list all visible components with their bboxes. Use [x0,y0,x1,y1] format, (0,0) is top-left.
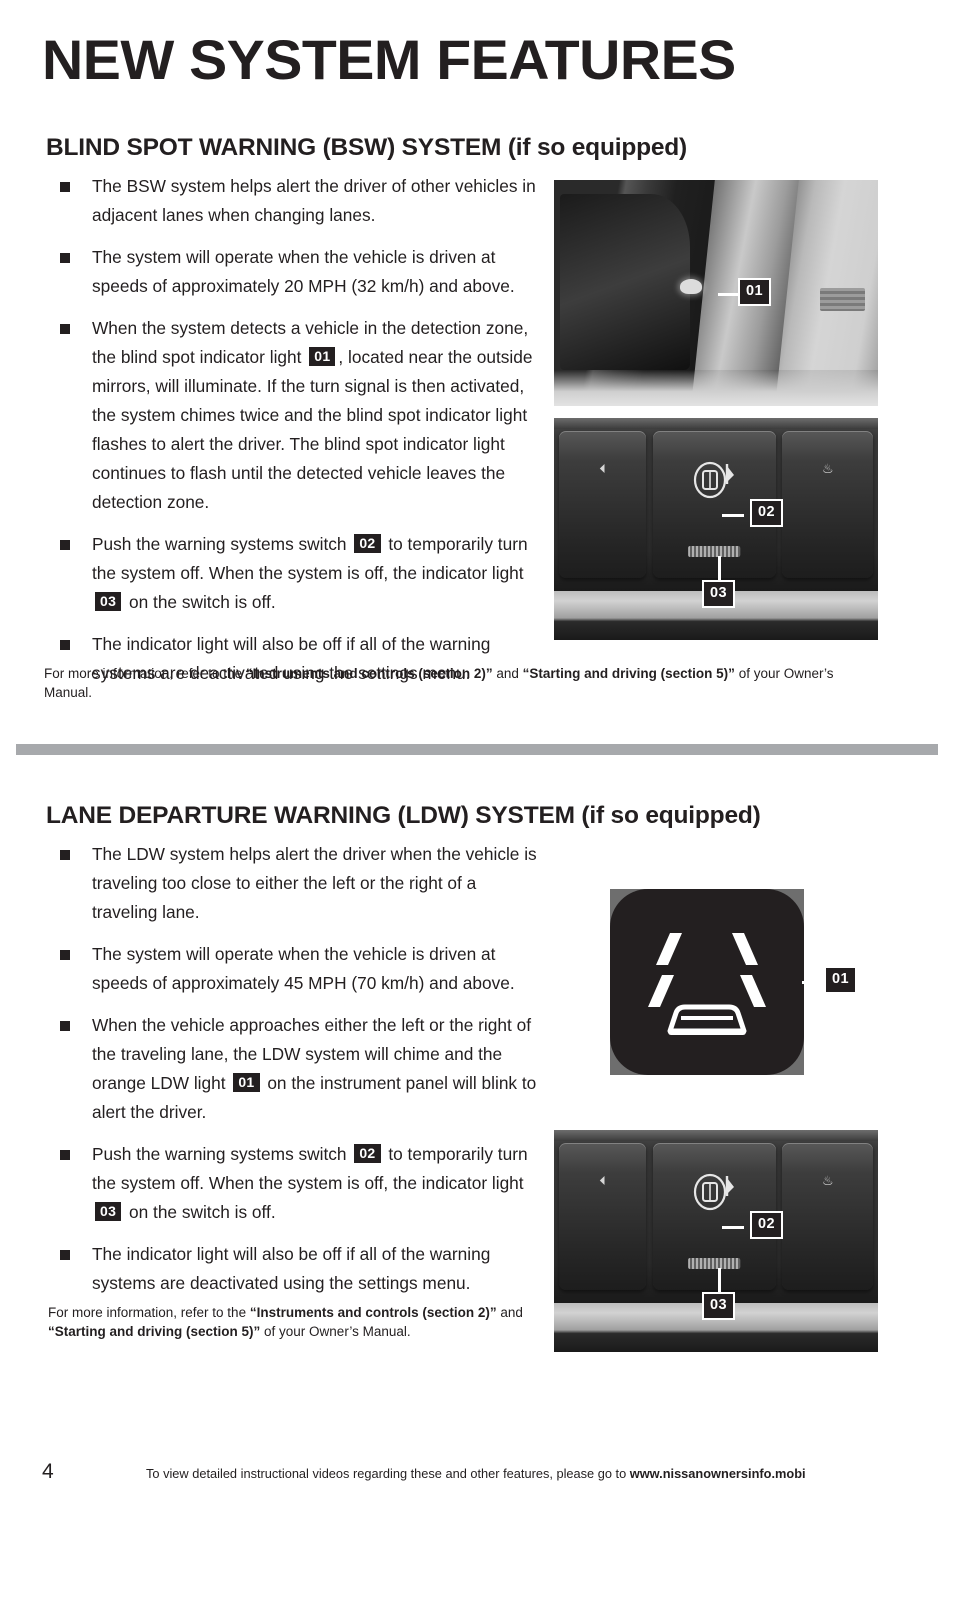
callout-leader-ldw-01 [802,981,824,984]
callout-leader-ldw-02 [722,1226,744,1229]
mirror-indicator-photo [554,180,878,406]
callout-ldw-01: 01 [824,966,857,994]
footer-note: To view detailed instructional videos re… [146,1466,806,1481]
switch-trim-top [554,1130,878,1142]
section-heading-ldw-sub: (if so equipped) [581,802,761,829]
footnote-reference: “Starting and driving (section 5)” [522,666,735,681]
footnote-reference: “Instruments and controls (section 2)” [245,666,493,681]
section-heading-ldw: LANE DEPARTURE WARNING (LDW) SYSTEM (if … [46,802,761,830]
footer-note-url: www.nissanownersinfo.mobi [629,1466,806,1481]
inline-chip-03: 03 [95,1202,122,1221]
section-heading-bsw-main: BLIND SPOT WARNING (BSW) SYSTEM [46,134,508,161]
ldw-bullet-list: The LDW system helps alert the driver wh… [56,840,538,1311]
warning-systems-switch-icon [694,462,735,499]
section-heading-ldw-main: LANE DEPARTURE WARNING (LDW) SYSTEM [46,802,582,829]
callout-leader-ldw-03 [718,1268,721,1294]
inline-chip-01: 01 [309,347,336,366]
mirror-glass [560,193,691,370]
list-item: The LDW system helps alert the driver wh… [56,840,538,927]
list-item: Push the warning systems switch 02 to te… [56,1140,538,1227]
bullet-square-icon [60,1150,70,1160]
callout-ldw-02: 02 [750,1211,783,1239]
ldw-footnote: For more information, refer to the “Inst… [48,1305,523,1339]
list-item: Push the warning systems switch 02 to te… [56,530,536,617]
door-trim-lower [554,369,878,406]
callout-bsw-02: 02 [750,499,783,527]
fuel-door-icon: ⏴ [599,460,606,476]
page-number: 4 [42,1460,54,1483]
list-item: The BSW system helps alert the driver of… [56,172,536,230]
list-item: When the system detects a vehicle in the… [56,314,536,517]
section-heading-bsw: BLIND SPOT WARNING (BSW) SYSTEM (if so e… [46,134,687,162]
bullet-square-icon [60,950,70,960]
page-title: NEW SYSTEM FEATURES [42,28,736,91]
inline-chip-01: 01 [233,1073,260,1092]
bullet-square-icon [60,1250,70,1260]
switch-key-left: ⏴ [558,1143,647,1290]
callout-leader-bsw-02 [722,514,744,517]
blind-spot-indicator-light [680,279,703,295]
callout-ldw-03: 03 [702,1292,735,1320]
section-divider [16,744,938,755]
heated-seat-icon: ♨ [821,460,834,476]
footnote-reference: “Instruments and controls (section 2)” [249,1305,497,1320]
section-heading-bsw-sub: (if so equipped) [507,134,688,161]
warning-systems-switch-icon [694,1174,735,1211]
heated-seat-icon: ♨ [821,1172,834,1188]
bullet-square-icon [60,324,70,334]
bullet-square-icon [60,540,70,550]
ldw-indicator-icon-panel [610,889,804,1075]
manual-page: NEW SYSTEM FEATURES BLIND SPOT WARNING (… [0,0,954,1622]
bullet-square-icon [60,850,70,860]
list-item: The system will operate when the vehicle… [56,940,538,998]
switch-key-right: ♨ [782,431,874,578]
bullet-square-icon [60,253,70,263]
list-item: When the vehicle approaches either the l… [56,1011,538,1127]
callout-bsw-03: 03 [702,580,735,608]
switch-key-left: ⏴ [558,431,647,578]
switch-key-right: ♨ [782,1143,874,1290]
lane-departure-warning-icon [648,933,766,1035]
inline-chip-02: 02 [354,534,381,553]
inline-chip-03: 03 [95,592,122,611]
bsw-footnote: For more information, refer to the “Inst… [44,666,834,700]
callout-leader-bsw-03 [718,556,721,582]
bullet-square-icon [60,1021,70,1031]
callout-bsw-01: 01 [738,278,771,306]
list-item: The system will operate when the vehicle… [56,243,536,301]
switch-indicator-lamp [688,545,741,558]
bullet-square-icon [60,182,70,192]
list-item: The indicator light will also be off if … [56,1240,538,1298]
fuel-door-icon: ⏴ [599,1172,606,1188]
inline-chip-02: 02 [354,1144,381,1163]
bsw-bullet-list: The BSW system helps alert the driver of… [56,172,536,701]
footnote-reference: “Starting and driving (section 5)” [48,1324,261,1339]
bullet-square-icon [60,640,70,650]
footer-note-text: To view detailed instructional videos re… [146,1466,630,1481]
switch-indicator-lamp [688,1257,741,1270]
speaker-grille [819,288,866,312]
switch-trim-top [554,418,878,430]
